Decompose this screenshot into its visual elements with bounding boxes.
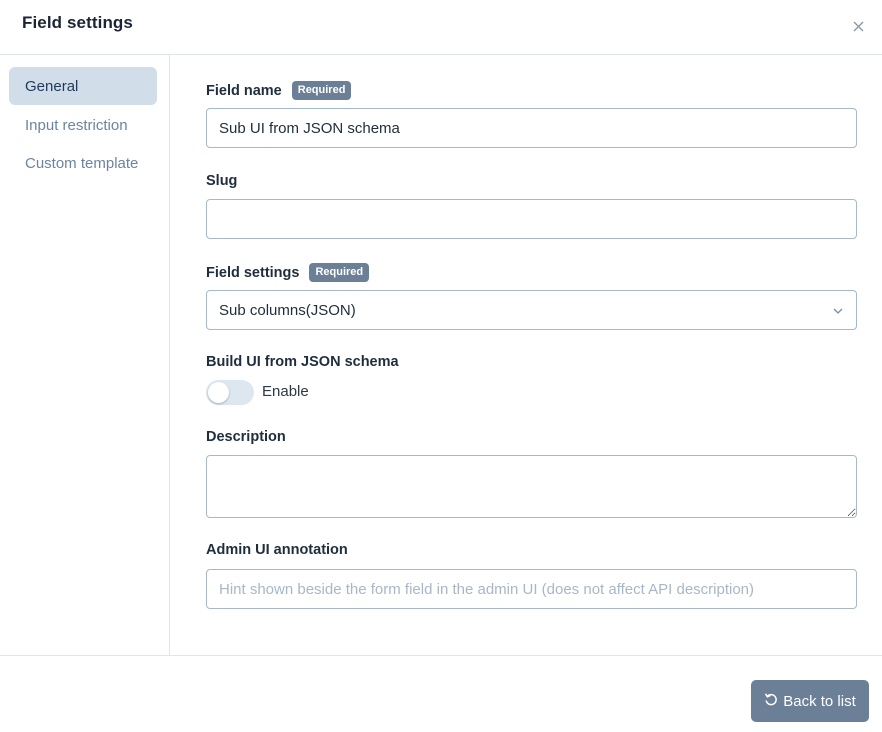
slug-label: Slug [206,173,237,189]
field-name-label: Field name Required [206,81,352,100]
description-label-text: Description [206,429,286,445]
build-ui-label-text: Build UI from JSON schema [206,354,399,370]
back-to-list-button[interactable]: Back to list [751,680,869,722]
admin-annotation-label: Admin UI annotation [206,542,348,558]
field-settings-select[interactable]: Sub columns(JSON) [206,290,857,330]
field-settings-selected-value: Sub columns(JSON) [219,301,356,319]
field-settings-label: Field settings Required [206,263,370,282]
toggle-knob [208,382,229,403]
field-name-input[interactable] [206,108,857,148]
back-to-list-label: Back to list [783,692,856,710]
slug-label-text: Slug [206,173,238,189]
modal-header: Field settings [0,0,882,55]
build-ui-label: Build UI from JSON schema [206,354,399,370]
description-label: Description [206,429,286,445]
build-ui-toggle[interactable] [206,380,254,405]
required-badge: Required [291,81,352,100]
admin-annotation-input[interactable] [206,569,857,609]
required-badge: Required [309,263,370,282]
sidebar: General Input restriction Custom templat… [0,55,170,655]
field-settings-label-text: Field settings [206,264,300,281]
close-icon[interactable] [848,16,868,36]
admin-annotation-label-text: Admin UI annotation [206,542,348,558]
modal-title: Field settings [22,13,133,32]
description-textarea[interactable] [206,455,857,518]
chevron-down-icon [832,304,844,321]
undo-icon [764,692,778,710]
toggle-enable-label: Enable [262,383,309,400]
slug-input[interactable] [206,199,857,239]
sidebar-item-custom-template[interactable]: Custom template [9,144,157,182]
sidebar-item-general[interactable]: General [9,67,157,105]
sidebar-item-input-restriction[interactable]: Input restriction [9,106,157,144]
modal-footer [0,655,882,732]
field-name-label-text: Field name [206,82,282,99]
